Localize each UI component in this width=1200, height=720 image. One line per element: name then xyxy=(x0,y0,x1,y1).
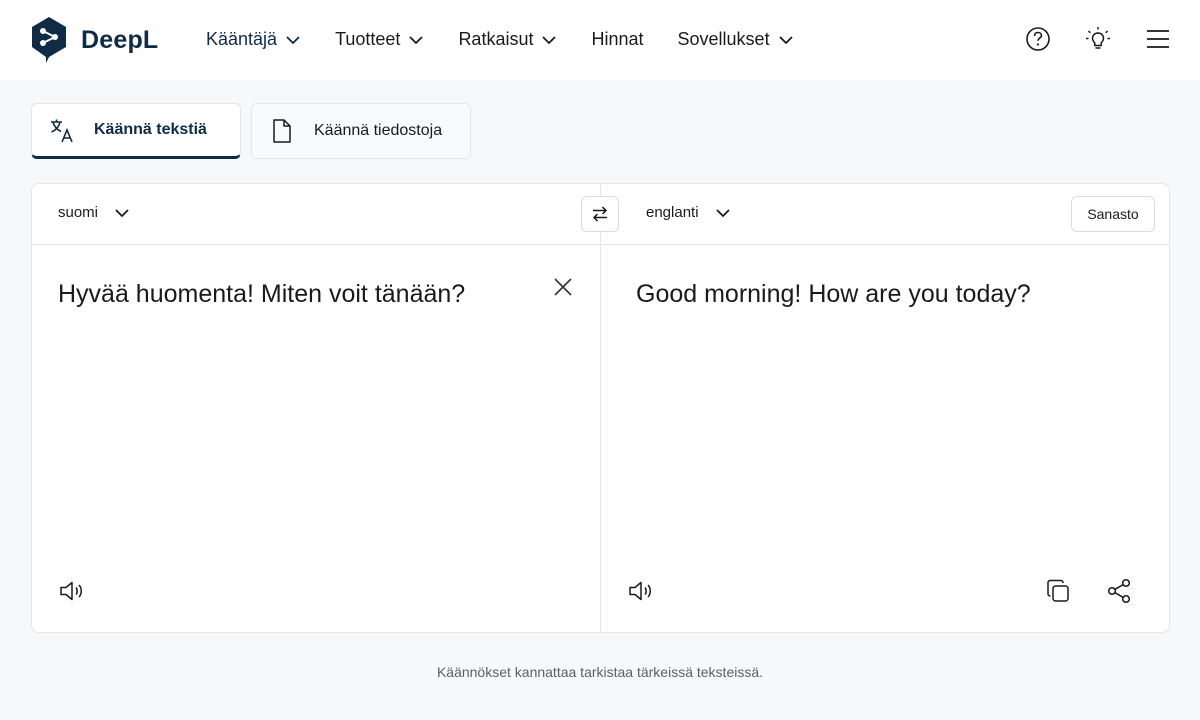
swap-icon xyxy=(592,206,608,222)
nav-item-products[interactable]: Tuotteet xyxy=(335,29,424,50)
copy-icon[interactable] xyxy=(1044,577,1072,605)
nav-item-label: Kääntäjä xyxy=(206,29,278,49)
menu-icon[interactable] xyxy=(1144,25,1172,53)
translated-text-output: Good morning! How are you today? xyxy=(636,280,1031,308)
nav-item-label: Hinnat xyxy=(591,29,644,49)
chevron-down-icon xyxy=(115,208,129,217)
chevron-down-icon xyxy=(778,35,793,44)
source-language-select[interactable]: suomi xyxy=(58,204,130,221)
help-icon[interactable] xyxy=(1024,25,1052,53)
translate-icon xyxy=(51,119,73,143)
nav-item-apps[interactable]: Sovellukset xyxy=(678,29,794,50)
swap-languages-button[interactable] xyxy=(581,196,619,232)
target-language-label: englanti xyxy=(646,204,699,221)
close-icon[interactable] xyxy=(551,275,575,299)
target-language-select[interactable]: englanti xyxy=(646,204,731,221)
document-icon xyxy=(273,119,291,143)
glossary-button[interactable]: Sanasto xyxy=(1071,196,1155,232)
tab-translate-text[interactable]: Käännä tekstiä xyxy=(31,103,241,159)
share-icon[interactable] xyxy=(1105,577,1133,605)
disclaimer-text: Käännökset kannattaa tarkistaa tärkeissä… xyxy=(436,664,764,680)
main-nav: Kääntäjä Tuotteet Ratkaisut Hinnat Sovel… xyxy=(206,29,828,50)
source-text-input[interactable]: Hyvää huomenta! Miten voit tänään? xyxy=(58,278,548,310)
tab-label: Käännä tekstiä xyxy=(94,121,207,138)
nav-item-pricing[interactable]: Hinnat xyxy=(591,29,643,50)
header-actions xyxy=(992,25,1172,53)
source-language-label: suomi xyxy=(58,204,99,221)
panel-divider xyxy=(600,184,601,632)
nav-item-label: Tuotteet xyxy=(335,29,401,49)
nav-item-label: Ratkaisut xyxy=(458,29,534,49)
chevron-down-icon xyxy=(286,35,300,44)
tab-label: Käännä tiedostoja xyxy=(314,122,443,139)
deepl-logo-icon xyxy=(32,17,66,63)
speaker-icon[interactable] xyxy=(627,577,655,605)
chevron-down-icon xyxy=(409,35,424,44)
nav-item-translator[interactable]: Kääntäjä xyxy=(206,29,301,50)
top-header: DeepL Kääntäjä Tuotteet Ratkaisut Hinnat… xyxy=(0,0,1200,80)
nav-item-label: Sovellukset xyxy=(677,29,770,49)
chevron-down-icon xyxy=(542,35,557,44)
deepl-logo[interactable]: DeepL xyxy=(30,16,158,64)
panel-header-divider xyxy=(32,244,1169,245)
speaker-icon[interactable] xyxy=(58,577,86,605)
lightbulb-icon[interactable] xyxy=(1084,25,1112,53)
translator-panel: suomi englanti Sanasto Hyvää huomenta! M… xyxy=(31,183,1170,633)
brand-name: DeepL xyxy=(81,25,159,54)
chevron-down-icon xyxy=(715,208,730,217)
nav-item-solutions[interactable]: Ratkaisut xyxy=(458,29,557,50)
tab-translate-files[interactable]: Käännä tiedostoja xyxy=(251,103,471,159)
